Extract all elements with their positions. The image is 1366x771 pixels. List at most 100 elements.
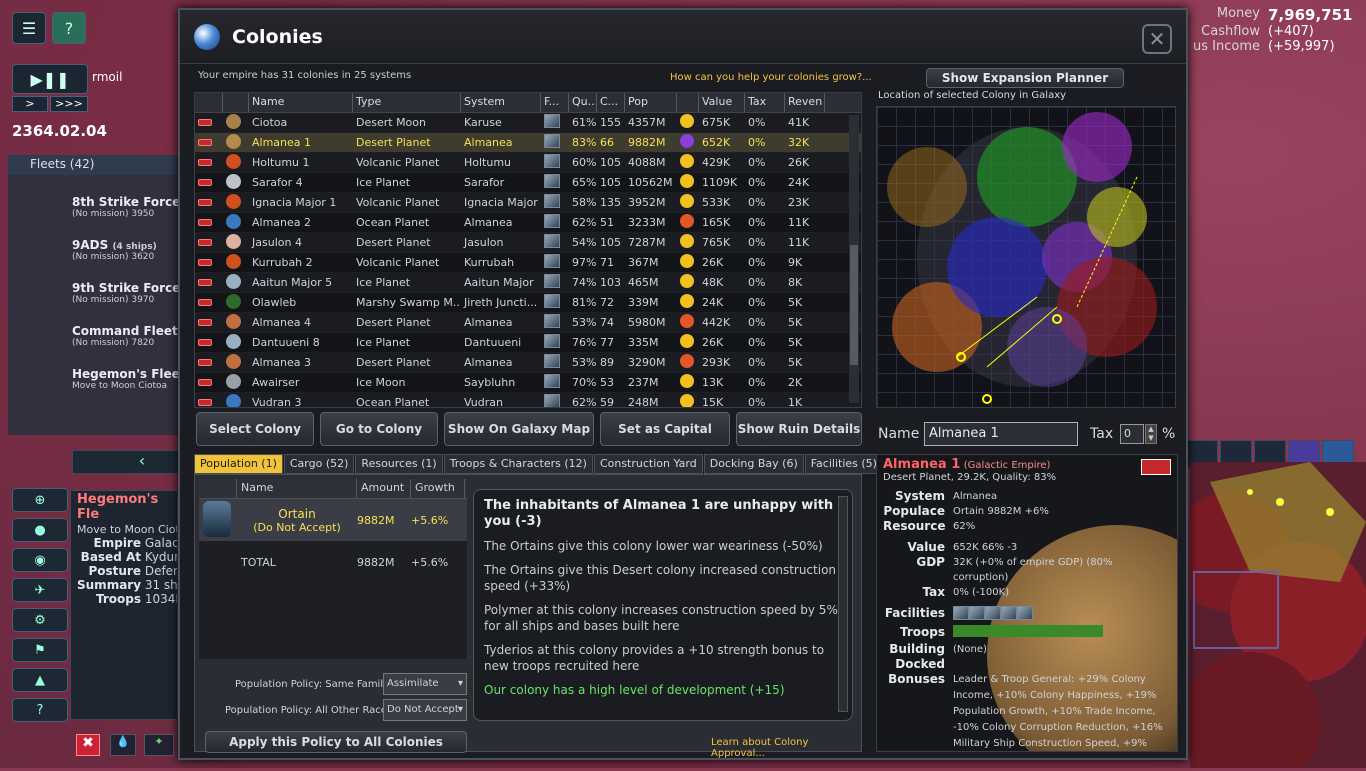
minimap[interactable] [1170,462,1366,771]
table-scrollbar[interactable] [849,115,859,403]
colony-tax: 0% [748,176,766,189]
col-c[interactable]: C... [597,93,625,112]
happiness-face-icon [680,334,694,348]
happiness-face-icon [680,174,694,188]
select-colony-button[interactable]: Select Colony [196,412,314,446]
tax-input[interactable]: 0 [1120,424,1144,444]
colony-pop: 5980M [628,316,666,329]
table-row[interactable]: Sarafor 4 Ice Planet Sarafor 65% 105 10562M 11… [195,173,861,193]
query-button[interactable]: ? [12,698,68,722]
tab-population[interactable]: Population (1) [194,454,283,474]
speed-button-1[interactable]: > [12,96,48,112]
tab-docking-bay[interactable]: Docking Bay (6) [703,454,804,474]
close-icon[interactable]: ✖ [76,734,100,756]
table-row[interactable]: Aaitun Major 5 Ice Planet Aaitun Major 74% 1… [195,273,861,293]
table-row[interactable]: Almanea 3 Desert Planet Almanea 53% 89 3290M 2… [195,353,861,373]
fleets-header[interactable]: Fleets (42) [8,155,178,175]
galaxy-minimap[interactable] [876,106,1176,408]
fleet-button[interactable]: ▲ [12,668,68,692]
list-item[interactable]: 9ADS (4 ships) (No mission) 3620 [72,238,182,262]
col-pop[interactable]: Pop [625,93,677,112]
colony-system: Karuse [464,116,502,129]
colony-value: 675K [702,116,731,129]
play-pause-icon: ▶❚❚ [30,69,70,89]
colony-quality: 53% [572,356,597,369]
col-facilities[interactable]: F... [541,93,569,112]
flag-button[interactable]: ⚑ [12,638,68,662]
target-button[interactable]: ⊕ [12,488,68,512]
colony-type: Desert Planet [356,136,431,149]
set-as-capital-button[interactable]: Set as Capital [600,412,730,446]
tab-troops-characters[interactable]: Troops & Characters (12) [443,454,593,474]
policy-same-family-select[interactable]: Assimilate ▾ [383,673,467,695]
tab-cargo[interactable]: Cargo (52) [283,454,355,474]
table-row[interactable]: Almanea 4 Desert Planet Almanea 53% 74 5980M 4… [195,313,861,333]
table-row[interactable]: Ortain (Do Not Accept) 9882M +5.6% [199,499,467,541]
help-button[interactable]: ? [52,12,86,44]
play-pause-button[interactable]: ▶❚❚ [12,64,88,94]
table-row[interactable]: Almanea 2 Ocean Planet Almanea 62% 51 3233M 16… [195,213,861,233]
col-type[interactable]: Type [353,93,461,112]
list-item[interactable]: Hegemon's Flee Move to Moon Ciotoa [72,367,182,391]
table-row[interactable]: Ciotoa Desert Moon Karuse 61% 155 4357M 675K 0%… [195,113,861,133]
go-to-colony-button[interactable]: Go to Colony [320,412,438,446]
colony-system: Almanea [464,356,513,369]
tab-resources[interactable]: Resources (1) [355,454,443,474]
show-ruin-details-button[interactable]: Show Ruin Details [736,412,862,446]
gear-button[interactable]: ⚙ [12,608,68,632]
table-row[interactable]: Vudran 3 Ocean Planet Vudran 62% 59 248M 15K 0%… [195,393,861,407]
colony-value: 13K [702,376,724,389]
col-value[interactable]: Value [699,93,745,112]
drop-icon[interactable]: 💧 [110,734,136,756]
table-row[interactable]: Holtumu 1 Volcanic Planet Holtumu 60% 105 408… [195,153,861,173]
colony-system: Ignacia Major [464,196,538,209]
tax-stepper[interactable]: ▲ ▼ [1145,424,1157,444]
col-quality[interactable]: Qu... [569,93,597,112]
learn-colony-approval-link[interactable]: Learn about Colony Approval... [711,737,861,759]
list-item[interactable]: Command Fleet (No mission) 7820 [72,324,182,348]
weapon-icon[interactable]: ✦ [144,734,174,756]
colony-name-input[interactable]: Almanea 1 [924,422,1078,446]
col-tax[interactable]: Tax [745,93,785,112]
tab-facilities[interactable]: Facilities (5) [804,454,883,474]
apply-policy-button[interactable]: Apply this Policy to All Colonies [205,731,467,753]
facility-icon [544,234,560,248]
list-item[interactable]: 9th Strike Force (No mission) 3970 [72,281,182,305]
happiness-face-icon [680,294,694,308]
speed-button-2[interactable]: >>> [50,96,88,112]
table-row[interactable]: Jasulon 4 Desert Planet Jasulon 54% 105 7287M… [195,233,861,253]
table-row[interactable]: Olawleb Marshy Swamp M... Jireth Juncti...… [195,293,861,313]
tab-construction-yard[interactable]: Construction Yard [593,454,703,474]
tooltip-scrollbar[interactable] [838,496,848,712]
list-item[interactable]: 8th Strike Force (No mission) 3950 [72,195,182,219]
help-link[interactable]: How can you help your colonies grow?... [670,72,872,83]
colony-revenue: 5K [788,296,803,309]
colony-c: 155 [600,116,621,129]
col-name[interactable]: Name [249,93,353,112]
eye-button[interactable]: ◉ [12,548,68,572]
ship-button[interactable]: ✈ [12,578,68,602]
col-revenue[interactable]: Reven [785,93,825,112]
col-system[interactable]: System [461,93,541,112]
race-growth: +5.6% [411,513,449,527]
colony-tax: 0% [748,276,766,289]
policy-same-family-label: Population Policy: Same Family [235,679,390,690]
colony-type: Ice Planet [356,336,411,349]
table-row[interactable]: Dantuueni 8 Ice Planet Dantuueni 76% 77 335M 2… [195,333,861,353]
menu-button[interactable]: ☰ [12,12,46,44]
empire-flag-icon [198,379,212,386]
table-row[interactable]: Ignacia Major 1 Volcanic Planet Ignacia Ma… [195,193,861,213]
table-row[interactable]: Awairser Ice Moon Saybluhn 70% 53 237M 13K 0% 2K [195,373,861,393]
policy-other-races-select[interactable]: Do Not Accept ▾ [383,699,467,721]
planet-button[interactable]: ● [12,518,68,542]
detail-empire: (Galactic Empire) [963,460,1051,471]
close-button[interactable]: ✕ [1142,24,1172,54]
colony-system: Jasulon [464,236,504,249]
colony-pop: 3290M [628,356,666,369]
colony-tax: 0% [748,116,766,129]
show-expansion-planner-button[interactable]: Show Expansion Planner [926,68,1124,88]
table-row[interactable]: Almanea 1 Desert Planet Almanea 83% 66 9882M 6… [195,133,861,153]
table-row[interactable]: Kurrubah 2 Volcanic Planet Kurrubah 97% 71 36… [195,253,861,273]
approval-tooltip: The inhabitants of Almanea 1 are unhappy… [473,489,853,721]
show-on-galaxy-map-button[interactable]: Show On Galaxy Map [444,412,594,446]
